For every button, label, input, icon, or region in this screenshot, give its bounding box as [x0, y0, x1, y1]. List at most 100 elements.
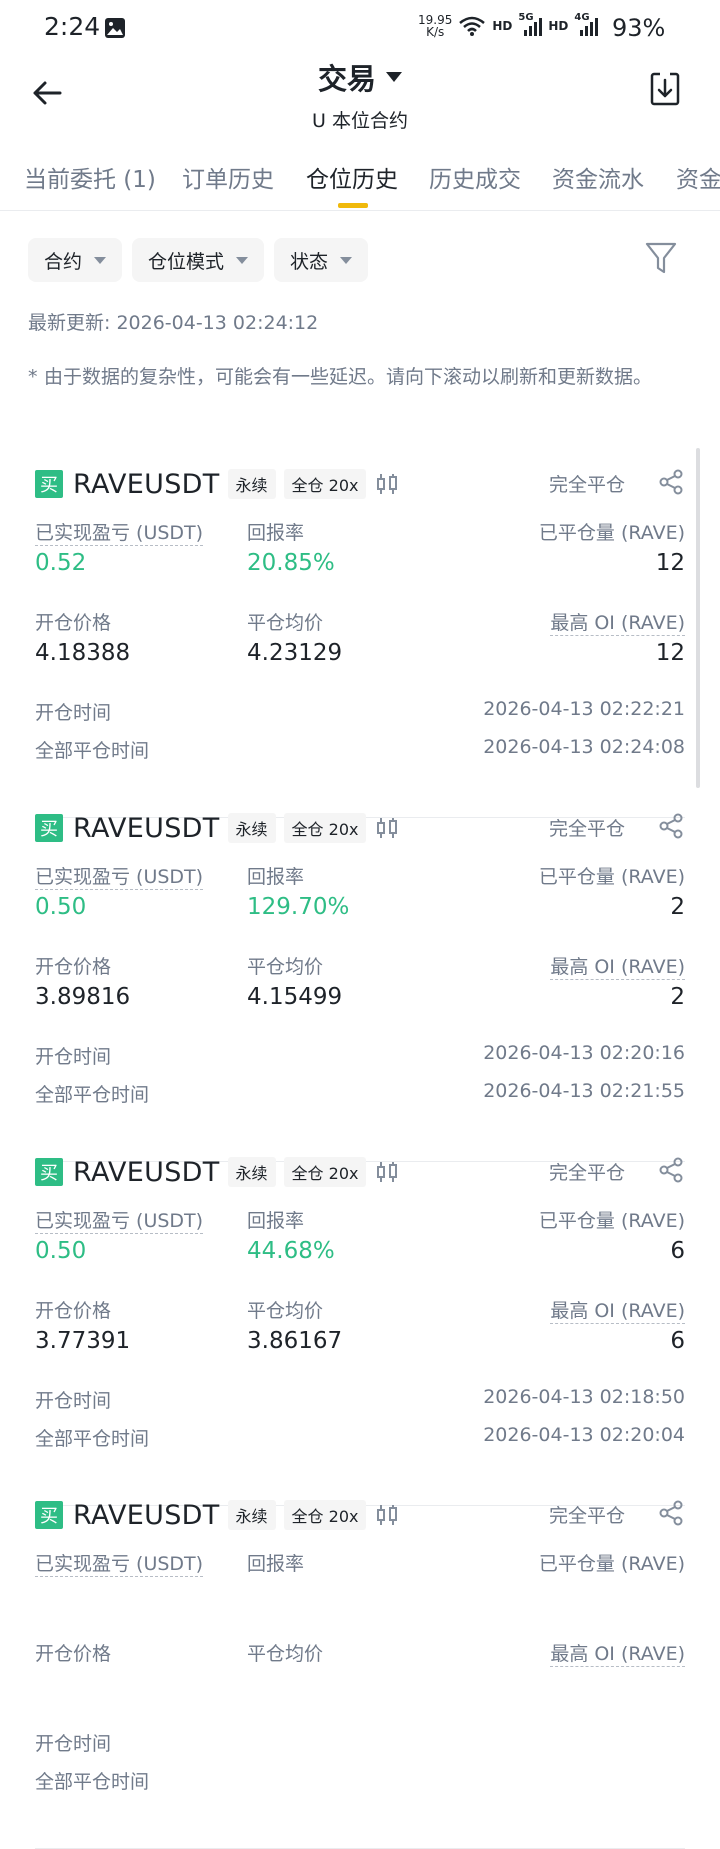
battery-percent: 93%	[612, 14, 666, 42]
open-time-value: 2026-04-13 02:22:21	[483, 698, 685, 720]
active-tab-indicator	[338, 203, 368, 208]
share-icon[interactable]	[657, 812, 685, 840]
position-status: 完全平仓	[548, 1505, 625, 1527]
close-time-label: 全部平仓时间	[35, 1771, 150, 1793]
candlestick-chart-icon[interactable]	[376, 816, 398, 840]
contract-type-tag: 永续	[227, 1500, 276, 1530]
position-card[interactable]: 买 RAVEUSDT 永续 全仓 20x 完全平仓 已实现盈亏 (USDT) 回…	[35, 466, 685, 818]
open-time-label: 开仓时间	[35, 702, 112, 724]
open-time-label: 开仓时间	[35, 1390, 112, 1412]
open-time-value: 2026-04-13 02:18:50	[483, 1386, 685, 1408]
max-oi-label[interactable]: 最高 OI (RAVE)	[550, 952, 685, 980]
tab-position-history[interactable]: 仓位历史	[306, 160, 398, 194]
position-card[interactable]: 买 RAVEUSDT 永续 全仓 20x 完全平仓 已实现盈亏 (USDT) 回…	[35, 1497, 685, 1849]
position-symbol: RAVEUSDT	[73, 1499, 220, 1531]
delay-notice: * 由于数据的复杂性，可能会有一些延迟。请向下滚动以刷新和更新数据。	[28, 360, 688, 394]
candlestick-chart-icon[interactable]	[376, 1503, 398, 1527]
tab-assets[interactable]: 资金	[676, 160, 720, 194]
realized-pnl-value: 0.50	[35, 894, 87, 920]
network-speed: 19.95 K/s	[418, 13, 453, 39]
max-oi-value: 12	[655, 640, 685, 666]
roi-label: 回报率	[247, 1553, 305, 1575]
open-price-label: 开仓价格	[35, 1643, 112, 1665]
share-icon[interactable]	[657, 468, 685, 496]
close-time-label: 全部平仓时间	[35, 740, 150, 762]
tab-open-orders[interactable]: 当前委托 (1)	[24, 160, 156, 194]
closed-qty-label: 已平仓量 (RAVE)	[538, 1553, 685, 1575]
hd-indicator-2: HD	[548, 19, 569, 33]
open-price-label: 开仓价格	[35, 612, 112, 634]
buy-badge: 买	[35, 1158, 63, 1186]
max-oi-label[interactable]: 最高 OI (RAVE)	[550, 608, 685, 636]
signal-4g-icon: 4G	[574, 12, 599, 38]
close-avg-value: 4.15499	[247, 984, 343, 1010]
notice-text: 由于数据的复杂性，可能会有一些延迟。请向下滚动以刷新和更新数据。	[44, 366, 653, 388]
filter-status[interactable]: 状态	[274, 238, 369, 282]
closed-qty-label: 已平仓量 (RAVE)	[538, 522, 685, 544]
buy-badge: 买	[35, 470, 63, 498]
filter-contract[interactable]: 合约	[28, 238, 123, 282]
open-price-label: 开仓价格	[35, 956, 112, 978]
position-card[interactable]: 买 RAVEUSDT 永续 全仓 20x 完全平仓 已实现盈亏 (USDT) 回…	[35, 1154, 685, 1506]
closed-qty-value: 6	[670, 1238, 685, 1264]
open-price-value: 3.89816	[35, 984, 131, 1010]
realized-pnl-value: 0.52	[35, 550, 87, 576]
roi-value: 20.85%	[247, 550, 335, 576]
share-icon[interactable]	[657, 1499, 685, 1527]
closed-qty-label: 已平仓量 (RAVE)	[538, 866, 685, 888]
share-icon[interactable]	[657, 1156, 685, 1184]
hd-indicator: HD	[492, 19, 513, 33]
header: 交易 U 本位合约	[0, 56, 720, 136]
close-avg-label: 平仓均价	[247, 612, 324, 634]
close-time-label: 全部平仓时间	[35, 1084, 150, 1106]
roi-value: 44.68%	[247, 1238, 335, 1264]
tab-trade-history[interactable]: 历史成交	[429, 160, 521, 194]
page-title-text: 交易	[317, 62, 376, 96]
closed-qty-value: 12	[655, 550, 685, 576]
page-title[interactable]: 交易	[318, 56, 402, 98]
tab-order-history[interactable]: 订单历史	[182, 160, 274, 194]
max-oi-label[interactable]: 最高 OI (RAVE)	[550, 1639, 685, 1667]
open-price-value: 4.18388	[35, 640, 131, 666]
chevron-down-icon	[340, 256, 353, 264]
margin-leverage-tag: 全仓 20x	[283, 1500, 367, 1530]
candlestick-chart-icon[interactable]	[376, 1160, 398, 1184]
position-card[interactable]: 买 RAVEUSDT 永续 全仓 20x 完全平仓 已实现盈亏 (USDT) 回…	[35, 810, 685, 1162]
realized-pnl-label[interactable]: 已实现盈亏 (USDT)	[35, 518, 204, 546]
open-price-label: 开仓价格	[35, 1300, 112, 1322]
realized-pnl-value: 0.50	[35, 1238, 87, 1264]
realized-pnl-label[interactable]: 已实现盈亏 (USDT)	[35, 862, 204, 890]
roi-label: 回报率	[247, 522, 305, 544]
close-avg-label: 平仓均价	[247, 1300, 324, 1322]
max-oi-label[interactable]: 最高 OI (RAVE)	[550, 1296, 685, 1324]
history-tabs: 当前委托 (1) 订单历史 仓位历史 历史成交 资金流水 资金	[0, 150, 720, 211]
margin-leverage-tag: 全仓 20x	[283, 469, 367, 499]
candlestick-chart-icon[interactable]	[376, 472, 398, 496]
filter-position-mode-label: 仓位模式	[148, 250, 225, 273]
gallery-notification-icon	[105, 18, 125, 38]
chevron-down-icon	[236, 256, 249, 264]
signal-5g-icon: 5G	[518, 12, 543, 38]
wifi-icon	[459, 16, 486, 36]
tab-transaction-history[interactable]: 资金流水	[552, 160, 644, 194]
close-time-value: 2026-04-13 02:20:04	[483, 1424, 685, 1446]
realized-pnl-label[interactable]: 已实现盈亏 (USDT)	[35, 1206, 204, 1234]
closed-qty-label: 已平仓量 (RAVE)	[538, 1210, 685, 1232]
roi-value: 129.70%	[247, 894, 350, 920]
position-status: 完全平仓	[548, 1162, 625, 1184]
close-avg-value: 4.23129	[247, 640, 343, 666]
open-time-value: 2026-04-13 02:20:16	[483, 1042, 685, 1064]
scrollbar[interactable]	[696, 448, 700, 788]
open-time-label: 开仓时间	[35, 1046, 112, 1068]
filter-status-label: 状态	[290, 250, 329, 273]
download-icon[interactable]	[650, 70, 680, 106]
max-oi-value: 2	[670, 984, 685, 1010]
position-status: 完全平仓	[548, 818, 625, 840]
filter-funnel-icon[interactable]	[644, 240, 678, 276]
closed-qty-value: 2	[670, 894, 685, 920]
close-time-label: 全部平仓时间	[35, 1428, 150, 1450]
filter-position-mode[interactable]: 仓位模式	[132, 238, 265, 282]
close-avg-value: 3.86167	[247, 1328, 343, 1354]
filter-bar: 合约 仓位模式 状态	[28, 238, 369, 282]
realized-pnl-label[interactable]: 已实现盈亏 (USDT)	[35, 1549, 204, 1577]
